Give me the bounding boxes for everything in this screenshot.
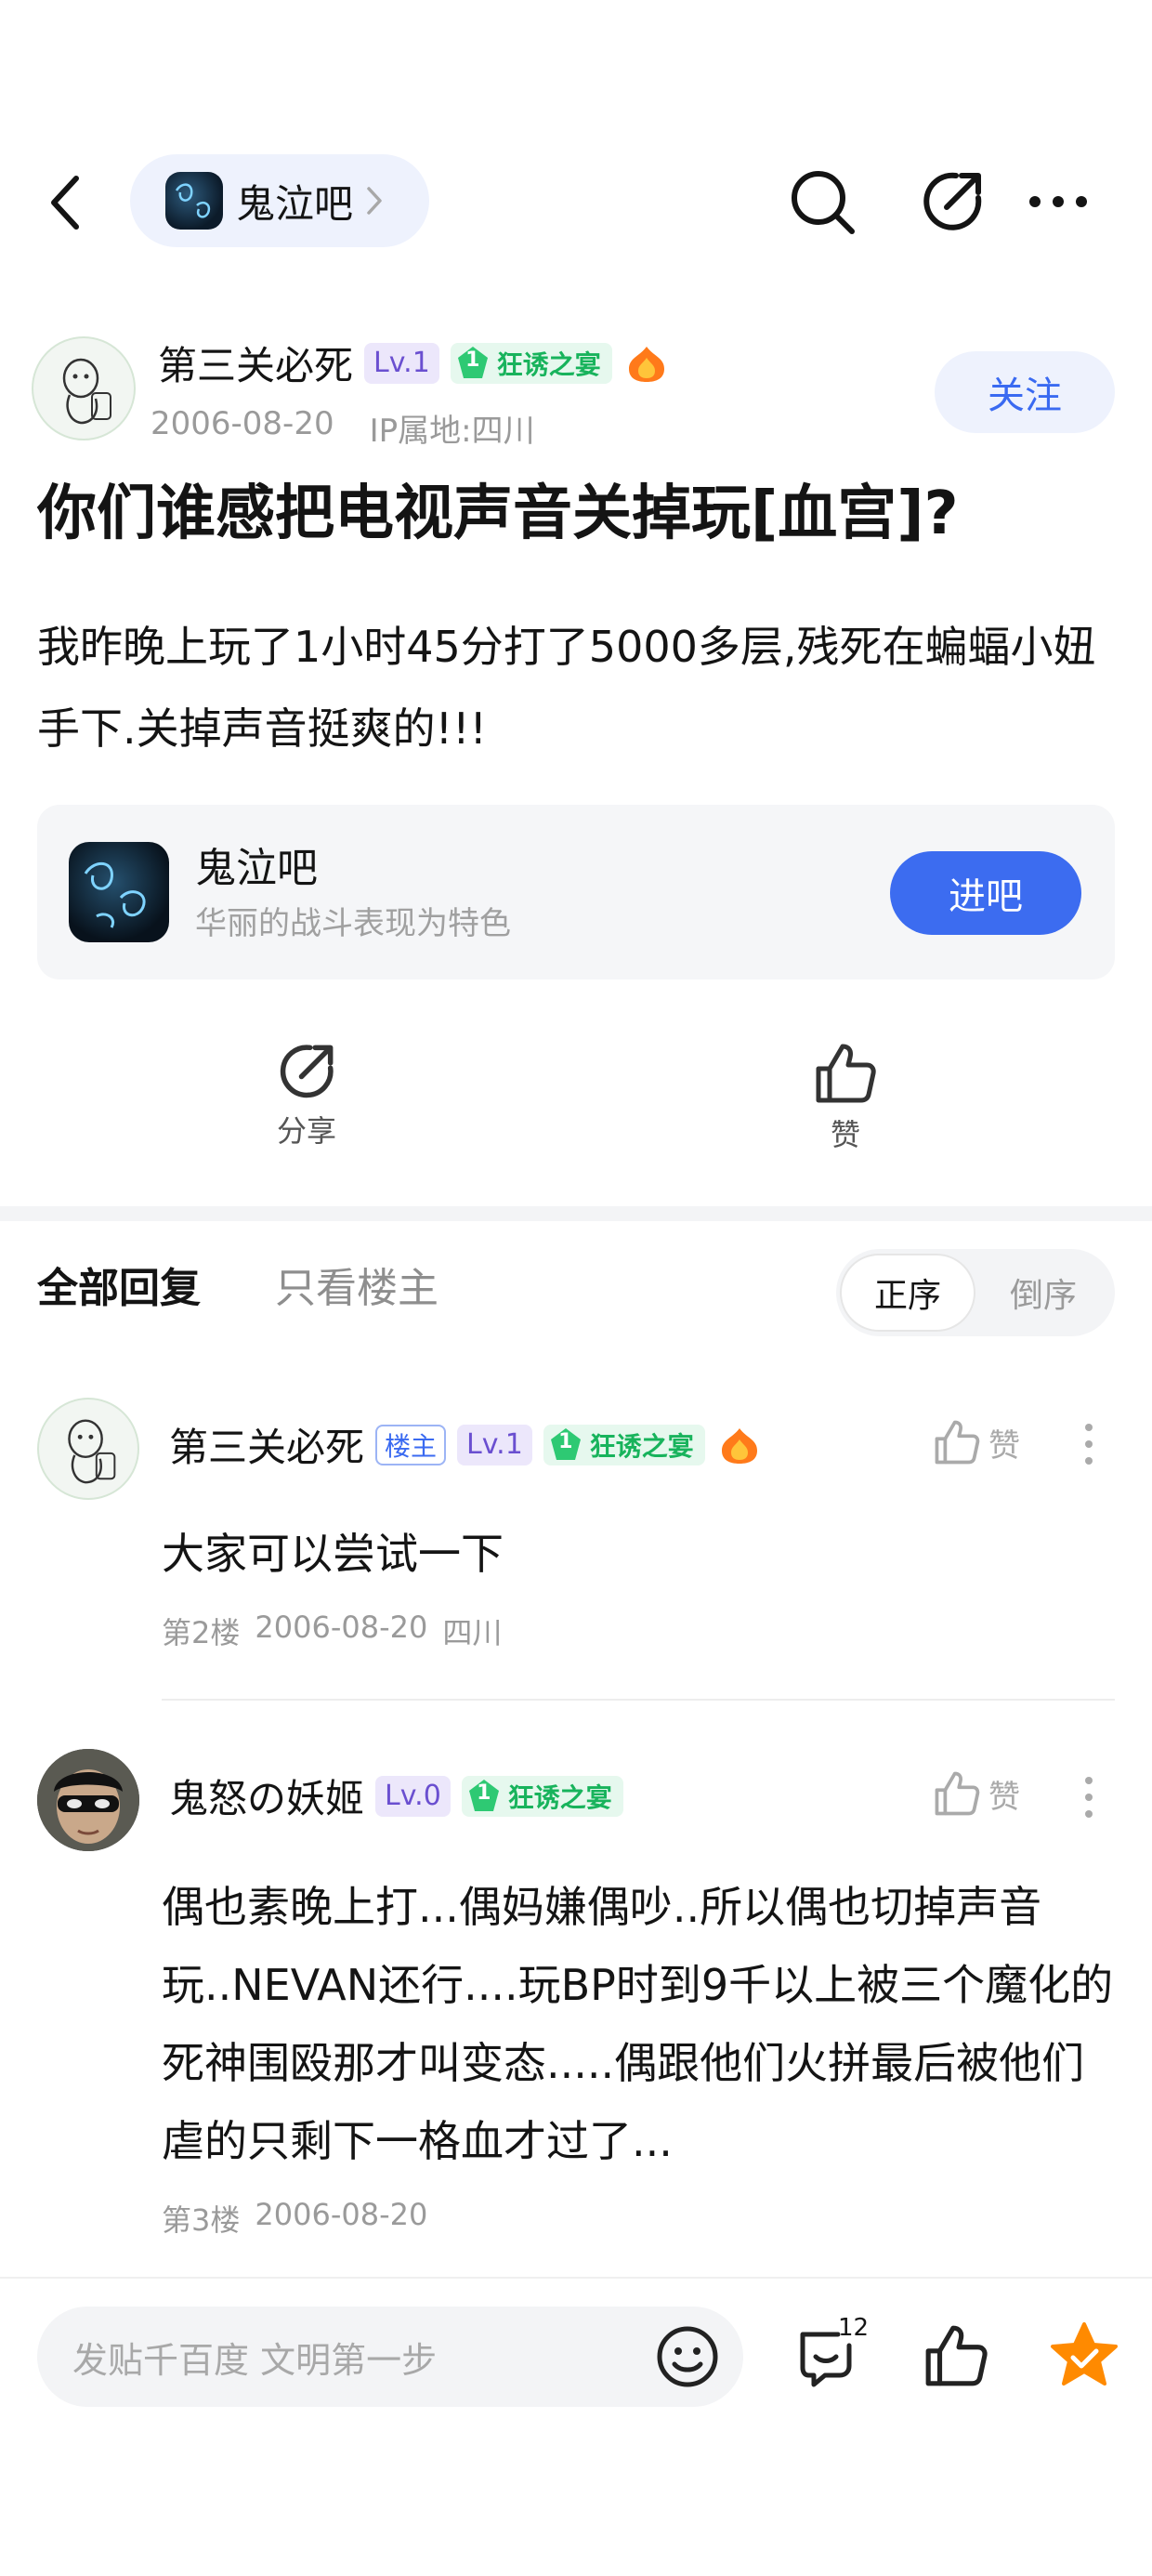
level-badge: Lv.1: [364, 342, 439, 384]
chevron-left-icon: [51, 176, 79, 230]
more-menu-button[interactable]: [1016, 160, 1100, 243]
forum-card-logo-icon: [69, 842, 169, 942]
honor-title: 狂诱之宴: [496, 348, 601, 380]
reply-date: 2006-08-20: [255, 2197, 428, 2232]
emoji-button[interactable]: [654, 2323, 721, 2394]
reply-more-button[interactable]: [1070, 1769, 1107, 1825]
emoji-icon: [657, 2326, 718, 2387]
reply-like-button[interactable]: 赞: [933, 1418, 1020, 1466]
section-divider: [0, 1206, 1152, 1221]
fire-badge-icon: [628, 346, 664, 382]
reply-divider: [162, 1699, 1115, 1701]
forum-card[interactable]: 鬼泣吧 华丽的战斗表现为特色 进吧: [37, 805, 1115, 979]
sort-desc-option[interactable]: 倒序: [975, 1254, 1111, 1332]
forum-logo-icon: [165, 172, 223, 230]
doodle-avatar-icon: [68, 1419, 116, 1484]
share-button[interactable]: [910, 160, 994, 243]
reply-meta-row: 第3楼 2006-08-20: [162, 2197, 427, 2240]
thumbs-up-icon: [935, 1420, 980, 1465]
reply-location: 四川: [442, 1615, 503, 1650]
reply-date: 2006-08-20: [255, 1610, 428, 1645]
reply-input-placeholder: 发贴千百度 文明第一步: [72, 2339, 438, 2381]
reply-author-name[interactable]: 鬼怒の妖姬: [169, 1768, 364, 1824]
gem-icon: 1: [465, 1778, 503, 1815]
star-icon: [1051, 2322, 1118, 2385]
favorite-button[interactable]: [1042, 2314, 1126, 2398]
like-action-label: 赞: [830, 1117, 860, 1152]
author-info-row: 第三关必死 Lv.1 1 狂诱之宴: [158, 335, 670, 391]
reply-like-label: 赞: [988, 1778, 1020, 1816]
share-icon: [280, 1045, 334, 1098]
level-badge: Lv.1: [457, 1424, 532, 1465]
chevron-right-icon: [367, 187, 382, 215]
dot-icon: [1085, 1457, 1093, 1465]
reply-like-button[interactable]: 赞: [933, 1769, 1020, 1818]
reply-avatar[interactable]: [37, 1398, 139, 1500]
comment-count-badge: 12: [838, 2314, 870, 2342]
author-name[interactable]: 第三关必死: [158, 335, 353, 391]
share-icon: [923, 172, 982, 230]
op-tag-badge: 楼主: [375, 1424, 447, 1465]
user-photo-avatar-icon: [37, 1749, 139, 1851]
thumbs-up-icon: [925, 2325, 988, 2386]
reply-author-row: 第三关必死 楼主 Lv.1 1 狂诱之宴: [169, 1416, 763, 1473]
thumbs-up-icon: [816, 1044, 876, 1103]
post-ip-location: IP属地:四川: [369, 413, 535, 450]
enter-forum-button[interactable]: 进吧: [890, 851, 1081, 935]
like-button[interactable]: [914, 2314, 998, 2398]
search-button[interactable]: [780, 160, 864, 243]
post-title: 你们谁感把电视声音关掉玩[血宫]?: [37, 480, 959, 548]
forum-name: 鬼泣吧: [236, 180, 354, 227]
tab-op-only[interactable]: 只看楼主: [275, 1255, 439, 1314]
reply-meta-row: 第2楼 2006-08-20 四川: [162, 1610, 502, 1652]
reply-text: 大家可以尝试一下: [162, 1529, 504, 1579]
reply-like-label: 赞: [988, 1426, 1020, 1465]
search-icon: [792, 171, 855, 234]
reply-input[interactable]: 发贴千百度 文明第一步: [37, 2307, 743, 2407]
reply-more-button[interactable]: [1070, 1416, 1107, 1472]
forum-card-description: 华丽的战斗表现为特色: [195, 905, 511, 942]
reply-author-row: 鬼怒の妖姬 Lv.0 1 狂诱之宴: [169, 1768, 623, 1824]
back-button[interactable]: [37, 165, 93, 240]
forum-link-pill[interactable]: 鬼泣吧: [130, 154, 429, 247]
reply-text: 偶也素晚上打...偶妈嫌偶吵..所以偶也切掉声音玩..NEVAN还行....玩B…: [162, 1882, 1114, 2166]
share-action-label: 分享: [276, 1113, 336, 1149]
post-date: 2006-08-20: [151, 405, 334, 442]
level-badge: Lv.0: [375, 1775, 451, 1817]
dot-icon: [1085, 1424, 1093, 1431]
author-avatar[interactable]: [32, 336, 136, 440]
comments-button[interactable]: 12: [786, 2314, 870, 2398]
reply-avatar[interactable]: [37, 1749, 139, 1851]
honor-title: 狂诱之宴: [507, 1781, 612, 1813]
honor-badge: 1 狂诱之宴: [461, 1775, 623, 1817]
more-horizontal-icon: [1029, 196, 1087, 207]
doodle-avatar-icon: [62, 358, 111, 425]
honor-title: 狂诱之宴: [589, 1430, 694, 1462]
sort-order-toggle: 正序 倒序: [836, 1249, 1115, 1336]
forum-card-name: 鬼泣吧: [195, 845, 318, 892]
honor-badge: 1 狂诱之宴: [450, 342, 612, 384]
dot-icon: [1085, 1810, 1093, 1818]
share-action-button[interactable]: 分享: [232, 1041, 381, 1171]
fire-badge-icon: [721, 1427, 757, 1464]
reply-author-name[interactable]: 第三关必死: [169, 1416, 364, 1473]
reply-floor: 第3楼: [162, 2202, 241, 2238]
thumbs-up-icon: [935, 1771, 980, 1816]
follow-button[interactable]: 关注: [935, 351, 1115, 433]
post-meta-row: 2006-08-20 IP属地:四川: [151, 405, 535, 451]
like-action-button[interactable]: 赞: [771, 1041, 920, 1171]
reply-floor: 第2楼: [162, 1615, 241, 1650]
dot-icon: [1085, 1440, 1093, 1448]
tab-all-replies[interactable]: 全部回复: [37, 1255, 201, 1314]
honor-badge: 1 狂诱之宴: [543, 1424, 705, 1465]
dot-icon: [1085, 1777, 1093, 1784]
dot-icon: [1085, 1794, 1093, 1801]
sort-asc-option[interactable]: 正序: [840, 1254, 975, 1332]
post-body: 我昨晚上玩了1小时45分打了5000多层,残死在蝙蝠小妞手下.关掉声音挺爽的!!…: [37, 622, 1096, 754]
gem-icon: 1: [547, 1426, 584, 1464]
gem-icon: 1: [454, 345, 491, 382]
